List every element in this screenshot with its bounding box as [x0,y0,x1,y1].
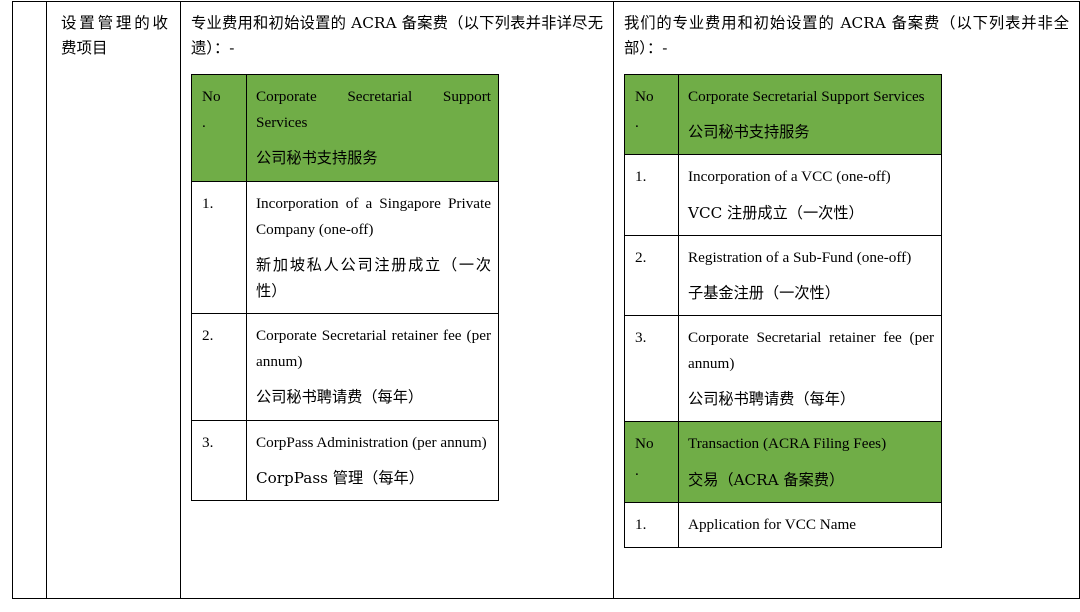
header-title-en: Corporate Secretarial Support Services [256,88,491,132]
table-corporate-secretarial-support-services: No . Corporate Secretarial Support Servi… [191,74,499,501]
header-title-en: Transaction (ACRA Filing Fees) [688,435,887,453]
outer-comparison-table: 设置管理的收费项目 专业费用和初始设置的 ACRA 备案费（以下列表并非详尽无遗… [12,1,1080,599]
column-right-intro-text: 我们的专业费用和初始设置的 ACRA 备案费（以下列表并非全部）：- [624,14,1069,58]
row-content-cell: Application for VCC Name [678,501,942,548]
table-row: 2. Registration of a Sub-Fund (one-off) … [624,234,942,317]
row-text-en: Registration of a Sub-Fund (one-off) [688,248,912,266]
row-text-cn: VCC 注册成立（一次性） [688,203,864,222]
row-number: 3. [202,433,214,451]
gutter-cell-content [13,2,46,598]
row-number: 1. [635,168,647,186]
row-text-cn: 公司秘书聘请费（每年） [688,390,856,409]
row-text-en: Incorporation of a Singapore Private Com… [256,194,491,238]
column-vcc: 我们的专业费用和初始设置的 ACRA 备案费（以下列表并非全部）：- No . [613,1,1080,599]
header-cell-title: Corporate Secretarial Support Services 公… [678,74,942,156]
row-number-cell: 1. [624,154,679,236]
table-row: 1. Application for VCC Name [624,501,942,548]
table-row: 1. Incorporation of a Singapore Private … [191,180,499,315]
row-text-en: Corporate Secretarial retainer fee (per … [688,329,934,373]
table-header-row: No . Corporate Secretarial Support Servi… [191,74,499,182]
row-number-cell: 1. [624,501,679,548]
row-content-cell: Corporate Secretarial retainer fee (per … [678,314,942,423]
row-text-cn: CorpPass 管理（每年） [256,468,424,487]
row-text-en: Corporate Secretarial retainer fee (per … [256,327,491,371]
column-left-content: 专业费用和初始设置的 ACRA 备案费（以下列表并非详尽无遗）：- No . C… [181,2,613,598]
row-content-cell: Incorporation of a VCC (one-off) VCC 注册成… [678,154,942,236]
header-no-line2: . [202,114,206,132]
table-header-row: No . Corporate Secretarial Support Servi… [624,74,942,156]
header-cell-no: No . [624,74,679,156]
row-number-cell: 2. [191,313,247,421]
table-row: 3. CorpPass Administration (per annum) C… [191,419,499,501]
row-content-cell: Corporate Secretarial retainer fee (per … [246,313,499,421]
table-row: 设置管理的收费项目 专业费用和初始设置的 ACRA 备案费（以下列表并非详尽无遗… [12,1,1080,599]
row-number-cell: 3. [624,314,679,423]
document-page: 设置管理的收费项目 专业费用和初始设置的 ACRA 备案费（以下列表并非详尽无遗… [0,0,1080,612]
column-right-content: 我们的专业费用和初始设置的 ACRA 备案费（以下列表并非全部）：- No . [614,2,1079,598]
table-corporate-secretarial-support-services-vcc: No . Corporate Secretarial Support Servi… [624,74,942,548]
row-number-cell: 1. [191,180,247,315]
header-cell-no: No . [191,74,247,182]
header-no-line1: No [635,88,654,106]
row-label-text: 设置管理的收费项目 [61,14,168,58]
row-text-cn: 子基金注册（一次性） [688,283,840,302]
row-number: 2. [635,248,647,266]
header-title-en: Corporate Secretarial Support Services [688,88,925,106]
column-singapore-private-company: 专业费用和初始设置的 ACRA 备案费（以下列表并非详尽无遗）：- No . C… [180,1,614,599]
header-cell-title: Transaction (ACRA Filing Fees) 交易（ACRA 备… [678,421,942,503]
row-text-cn: 新加坡私人公司注册成立（一次性） [256,255,491,300]
column-left-intro-text: 专业费用和初始设置的 ACRA 备案费（以下列表并非详尽无遗）：- [191,14,603,58]
header-no-line2: . [635,114,639,132]
row-content-cell: Incorporation of a Singapore Private Com… [246,180,499,315]
gutter-cell [12,1,47,599]
row-number: 2. [202,327,214,345]
row-number: 1. [202,194,214,212]
row-label-cell: 设置管理的收费项目 [46,1,181,599]
header-no-line1: No [202,88,221,106]
table-header-row-transaction: No . Transaction (ACRA Filing Fees) 交易（A… [624,421,942,503]
header-no-line1: No [635,435,654,453]
row-text-cn: 公司秘书聘请费（每年） [256,388,424,407]
row-number: 1. [635,515,647,533]
row-text-en: Incorporation of a VCC (one-off) [688,168,891,186]
header-title-cn: 交易（ACRA 备案费） [688,470,845,489]
header-title-cn: 公司秘书支持服务 [256,149,378,168]
row-text-en: Application for VCC Name [688,515,857,533]
row-content-cell: Registration of a Sub-Fund (one-off) 子基金… [678,234,942,317]
table-row: 1. Incorporation of a VCC (one-off) VCC … [624,154,942,236]
header-cell-title: Corporate Secretarial Support Services 公… [246,74,499,182]
header-no-line2: . [635,461,639,479]
row-number: 3. [635,329,647,346]
row-label-content: 设置管理的收费项目 [47,2,180,598]
header-title-cn: 公司秘书支持服务 [688,123,810,142]
row-number-cell: 3. [191,419,247,501]
table-row: 3. Corporate Secretarial retainer fee (p… [624,314,942,423]
table-row: 2. Corporate Secretarial retainer fee (p… [191,313,499,421]
row-text-en: CorpPass Administration (per annum) [256,433,487,451]
row-number-cell: 2. [624,234,679,317]
header-cell-no: No . [624,421,679,503]
row-content-cell: CorpPass Administration (per annum) Corp… [246,419,499,501]
